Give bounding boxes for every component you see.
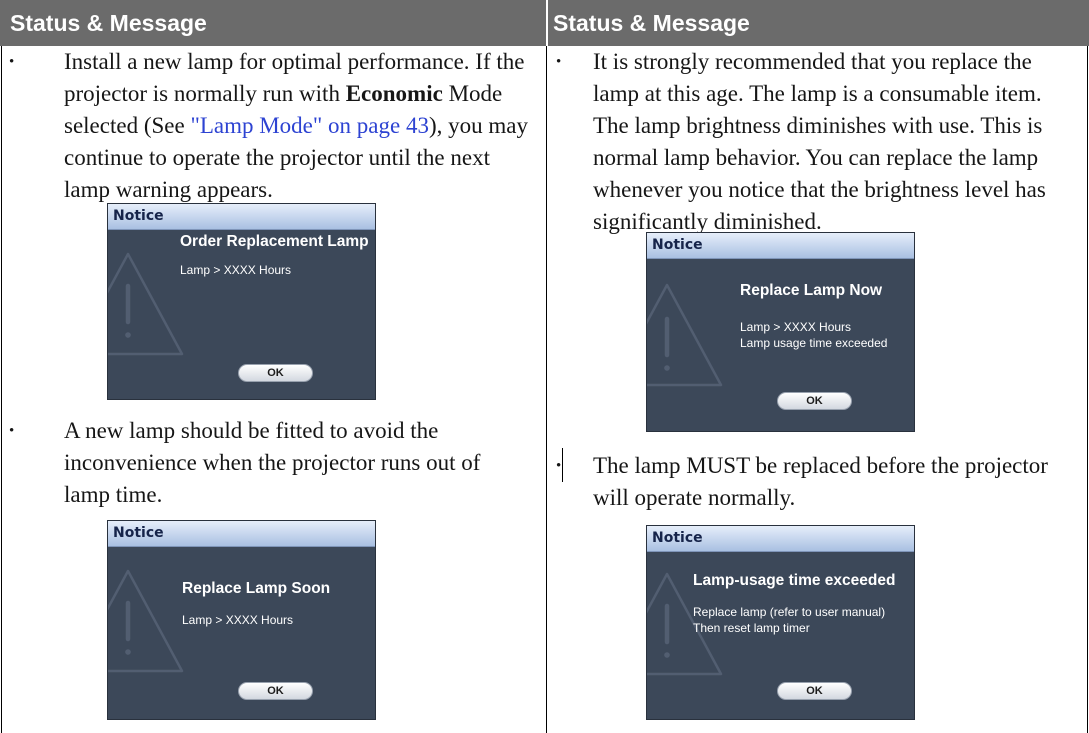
ok-button-label: OK [806, 395, 823, 407]
cell-border-fragment [562, 448, 563, 482]
exclamation-dot [125, 332, 131, 338]
text-line: projector is normally run with Economic … [64, 78, 528, 110]
status-description: A new lamp should be fitted to avoid the… [64, 415, 480, 511]
dialog-message-line: Lamp usage time exceeded [740, 335, 888, 350]
text-segment: projector is normally run with [64, 81, 346, 106]
exclamation-dot [664, 365, 670, 371]
table-border-left [1, 46, 2, 733]
dialog-message: Lamp > XXXX Hours [182, 613, 293, 629]
table-column-divider [546, 46, 547, 733]
text-line: lamp at this age. The lamp is a consumab… [593, 81, 1042, 106]
dialog-heading: Replace Lamp Soon [182, 580, 331, 597]
text-line: continue to operate the projector until … [64, 145, 490, 170]
text-line: The lamp brightness diminishes with use.… [593, 113, 1043, 138]
ok-button[interactable]: OK [777, 392, 852, 410]
notice-dialog-lamp-usage-exceeded: Notice Lamp-usage time exceeded Replace … [646, 525, 915, 720]
text-line: lamp warning appears. [64, 177, 273, 202]
column-header-right: Status & Message [548, 0, 1089, 46]
text-line: whenever you notice that the brightness … [593, 177, 1046, 202]
ok-button[interactable]: OK [777, 682, 852, 700]
text-line: normal lamp behavior. You can replace th… [593, 145, 1039, 170]
status-description: It is strongly recommended that you repl… [593, 46, 1046, 238]
text-line: A new lamp should be fitted to avoid the [64, 418, 439, 443]
manual-page: Status & Message Status & Message • Inst… [0, 0, 1089, 733]
dialog-message: Lamp > XXXX Hours Lamp usage time exceed… [740, 320, 887, 351]
bullet: • [556, 54, 562, 70]
text-segment: selected (See [64, 113, 191, 138]
triangle-outline [108, 569, 184, 673]
table-border-right [1087, 46, 1088, 733]
dialog-message-line: Then reset lamp timer [693, 620, 810, 635]
ok-button-label: OK [806, 685, 823, 697]
dialog-message-line: Lamp > XXXX Hours [740, 320, 852, 334]
exclamation-dot [664, 652, 670, 658]
dialog-message-line: Replace lamp (refer to user manual) [693, 605, 886, 619]
dialog-message: Lamp > XXXX Hours [180, 263, 291, 279]
economic-mode-term: Economic [345, 81, 443, 106]
ok-button[interactable]: OK [238, 682, 313, 700]
dialog-message: Replace lamp (refer to user manual) Then… [693, 605, 885, 636]
ok-button-label: OK [267, 685, 284, 697]
status-description: The lamp MUST be replaced before the pro… [593, 450, 1048, 514]
exclamation-dot [125, 649, 131, 655]
text-line: inconvenience when the projector runs ou… [64, 450, 481, 475]
status-description: Install a new lamp for optimal performan… [64, 46, 528, 206]
dialog-heading: Order Replacement Lamp [180, 233, 369, 250]
lamp-mode-page-link[interactable]: "Lamp Mode" on page 43 [190, 113, 429, 138]
ok-button-label: OK [267, 367, 284, 379]
text-line: Install a new lamp for optimal performan… [64, 49, 525, 74]
triangle-outline [647, 283, 723, 387]
text-line: It is strongly recommended that you repl… [593, 49, 1032, 74]
dialog-heading: Lamp-usage time exceeded [693, 572, 896, 589]
text-segment: Mode [442, 81, 503, 106]
notice-dialog-replace-lamp-now: Notice Replace Lamp Now Lamp > XXXX Hour… [646, 232, 915, 432]
column-header-left: Status & Message [0, 0, 546, 46]
text-line: The lamp MUST be replaced before the pro… [593, 453, 1048, 478]
dialog-message-line: Lamp > XXXX Hours [180, 263, 292, 277]
dialog-message-line: Lamp > XXXX Hours [182, 613, 294, 627]
notice-dialog-order-replacement-lamp: Notice Order Replacement Lamp Lamp > XXX… [107, 203, 376, 400]
dialog-heading: Replace Lamp Now [740, 282, 883, 299]
bullet: • [9, 423, 15, 439]
triangle-outline [108, 252, 184, 356]
text-line: lamp time. [64, 482, 163, 507]
ok-button[interactable]: OK [238, 364, 313, 382]
bullet: • [9, 54, 15, 70]
bullet: • [556, 458, 562, 474]
notice-dialog-replace-lamp-soon: Notice Replace Lamp Soon Lamp > XXXX Hou… [107, 520, 376, 720]
text-segment: ), you may [428, 113, 528, 138]
text-line: will operate normally. [593, 485, 796, 510]
text-line: selected (See "Lamp Mode" on page 43), y… [64, 110, 528, 142]
